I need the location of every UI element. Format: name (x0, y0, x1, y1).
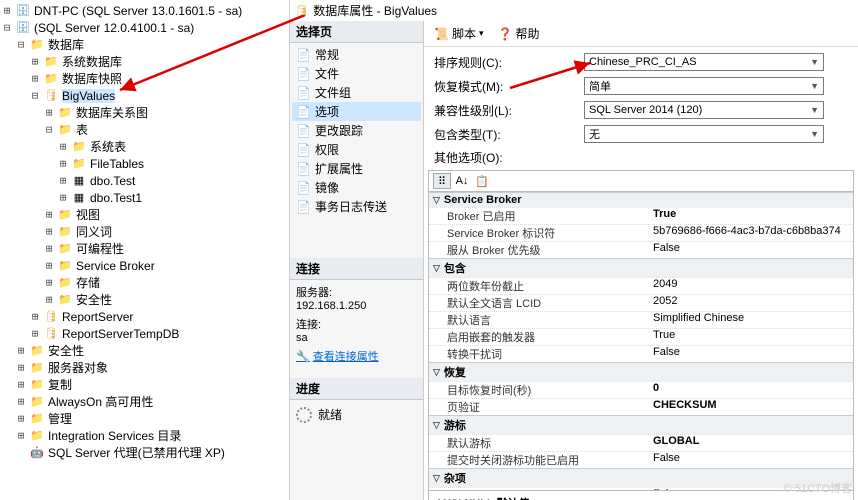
db-diagrams-node[interactable]: ⊞📁数据库关系图 (2, 104, 287, 121)
prop-default-language[interactable]: 默认语言Simplified Chinese (429, 311, 853, 328)
prop-default-lcid[interactable]: 默认全文语言 LCID2052 (429, 294, 853, 311)
other-options-label: 其他选项(O): (434, 149, 848, 166)
properties-icon: 🔧 (296, 350, 310, 363)
table-dbo-test[interactable]: ⊞▦dbo.Test (2, 172, 287, 189)
recovery-select[interactable]: 简单▼ (584, 77, 824, 95)
page-options[interactable]: 📄选项 (292, 102, 421, 121)
progress-status: 就绪 (318, 406, 342, 423)
alphabetical-button[interactable]: A↓ (453, 173, 471, 189)
server-objects-node[interactable]: ⊞📁服务器对象 (2, 359, 287, 376)
server-node-2[interactable]: ⊟🗄 (SQL Server 12.0.4100.1 - sa) (2, 19, 287, 36)
service-broker-node[interactable]: ⊞📁Service Broker (2, 257, 287, 274)
options-form: 排序规则(C): Chinese_PRC_CI_AS▼ 恢复模式(M): 简单▼… (424, 47, 858, 170)
replication-node[interactable]: ⊞📁复制 (2, 376, 287, 393)
table-dbo-test1[interactable]: ⊞▦dbo.Test1 (2, 189, 287, 206)
cat-containment[interactable]: ▽包含 (429, 258, 853, 277)
cat-cursor[interactable]: ▽游标 (429, 415, 853, 434)
select-page-header: 选择页 (290, 21, 423, 43)
help-button[interactable]: ❓帮助 (494, 24, 544, 43)
filetables-node[interactable]: ⊞📁FileTables (2, 155, 287, 172)
prop-broker-enabled[interactable]: Broker 已启用True (429, 207, 853, 224)
compat-select[interactable]: SQL Server 2014 (120)▼ (584, 101, 824, 119)
database-properties-dialog: 🛢 数据库属性 - BigValues 选择页 📄常规 📄文件 📄文件组 📄选项… (290, 0, 858, 500)
containment-select[interactable]: 无▼ (584, 125, 824, 143)
sql-agent-node[interactable]: 🤖SQL Server 代理(已禁用代理 XP) (2, 444, 287, 461)
cat-recovery[interactable]: ▽恢复 (429, 362, 853, 381)
options-detail-pane: 📜脚本▾ ❓帮助 排序规则(C): Chinese_PRC_CI_AS▼ 恢复模… (424, 21, 858, 500)
synonyms-node[interactable]: ⊞📁同义词 (2, 223, 287, 240)
containment-label: 包含类型(T): (434, 126, 574, 143)
prop-nested-triggers[interactable]: 启用嵌套的触发器True (429, 328, 853, 345)
prop-two-digit-year[interactable]: 两位数年份截止2049 (429, 277, 853, 294)
help-icon: ❓ (498, 27, 513, 41)
page-logshipping[interactable]: 📄事务日志传送 (292, 197, 421, 216)
connection-label: 连接: (296, 316, 417, 332)
property-grid-toolbar: ⠿ A↓ 📋 (428, 170, 854, 191)
prop-broker-id[interactable]: Service Broker 标识符5b769686-f666-4ac3-b7d… (429, 224, 853, 241)
dialog-title: 数据库属性 - BigValues (313, 2, 437, 19)
props-button[interactable]: 📋 (473, 173, 491, 189)
tables-node[interactable]: ⊟📁表 (2, 121, 287, 138)
compat-label: 兼容性级别(L): (434, 102, 574, 119)
chevron-down-icon: ▼ (810, 81, 819, 91)
system-tables-node[interactable]: ⊞📁系统表 (2, 138, 287, 155)
cat-service-broker[interactable]: ▽Service Broker (429, 192, 853, 207)
views-node[interactable]: ⊞📁视图 (2, 206, 287, 223)
page-filegroups[interactable]: 📄文件组 (292, 83, 421, 102)
chevron-down-icon: ▼ (810, 57, 819, 67)
databases-node[interactable]: ⊟📁数据库 (2, 36, 287, 53)
bigvalues-db-node[interactable]: ⊟🛢BigValues (2, 87, 287, 104)
page-changetracking[interactable]: 📄更改跟踪 (292, 121, 421, 140)
page-extprops[interactable]: 📄扩展属性 (292, 159, 421, 178)
integration-node[interactable]: ⊞📁Integration Services 目录 (2, 427, 287, 444)
prop-commit-cursor[interactable]: 提交时关闭游标功能已启用False (429, 451, 853, 468)
object-explorer[interactable]: ⊞🗄DNT-PC (SQL Server 13.0.1601.5 - sa) ⊟… (0, 0, 290, 500)
prop-page-verify[interactable]: 页验证CHECKSUM (429, 398, 853, 415)
collation-label: 排序规则(C): (434, 54, 574, 71)
page-general[interactable]: 📄常规 (292, 45, 421, 64)
recovery-label: 恢复模式(M): (434, 78, 574, 95)
detail-toolbar: 📜脚本▾ ❓帮助 (424, 21, 858, 47)
reportservertemp-db-node[interactable]: ⊞🛢ReportServerTempDB (2, 325, 287, 342)
reportserver-db-node[interactable]: ⊞🛢ReportServer (2, 308, 287, 325)
security-node[interactable]: ⊞📁安全性 (2, 342, 287, 359)
collation-select[interactable]: Chinese_PRC_CI_AS▼ (584, 53, 824, 71)
server-label: 服务器: (296, 284, 417, 300)
property-grid[interactable]: ▽Service Broker Broker 已启用True Service B… (428, 191, 854, 491)
chevron-down-icon: ▼ (810, 105, 819, 115)
connection-header: 连接 (290, 258, 423, 280)
page-selector-pane: 选择页 📄常规 📄文件 📄文件组 📄选项 📄更改跟踪 📄权限 📄扩展属性 📄镜像… (290, 21, 424, 500)
view-connection-props-link[interactable]: 🔧查看连接属性 (296, 348, 379, 364)
programmability-node[interactable]: ⊞📁可编程性 (2, 240, 287, 257)
connection-value: sa (296, 332, 417, 344)
progress-spinner-icon (296, 407, 312, 423)
database-icon: 🛢 (294, 4, 309, 18)
chevron-down-icon: ▼ (810, 129, 819, 139)
prop-broker-priority[interactable]: 服从 Broker 优先级False (429, 241, 853, 258)
categorized-button[interactable]: ⠿ (433, 173, 451, 189)
page-files[interactable]: 📄文件 (292, 64, 421, 83)
object-explorer-tree: ⊞🗄DNT-PC (SQL Server 13.0.1601.5 - sa) ⊟… (2, 2, 287, 461)
security-inner-node[interactable]: ⊞📁安全性 (2, 291, 287, 308)
script-icon: 📜 (434, 27, 449, 41)
prop-noise-words[interactable]: 转换干扰词False (429, 345, 853, 362)
page-permissions[interactable]: 📄权限 (292, 140, 421, 159)
storage-node[interactable]: ⊞📁存储 (2, 274, 287, 291)
alwayson-node[interactable]: ⊞📁AlwaysOn 高可用性 (2, 393, 287, 410)
prop-target-recovery[interactable]: 目标恢复时间(秒)0 (429, 381, 853, 398)
server-node-1[interactable]: ⊞🗄DNT-PC (SQL Server 13.0.1601.5 - sa) (2, 2, 287, 19)
system-databases-node[interactable]: ⊞📁系统数据库 (2, 53, 287, 70)
dialog-title-bar: 🛢 数据库属性 - BigValues (290, 0, 858, 21)
management-node[interactable]: ⊞📁管理 (2, 410, 287, 427)
snapshots-node[interactable]: ⊞📁数据库快照 (2, 70, 287, 87)
prop-default-cursor[interactable]: 默认游标GLOBAL (429, 434, 853, 451)
watermark: © 51CTO博客 (784, 480, 852, 496)
script-button[interactable]: 📜脚本▾ (430, 24, 488, 43)
server-value: 192.168.1.250 (296, 300, 417, 312)
progress-header: 进度 (290, 378, 423, 400)
page-mirroring[interactable]: 📄镜像 (292, 178, 421, 197)
